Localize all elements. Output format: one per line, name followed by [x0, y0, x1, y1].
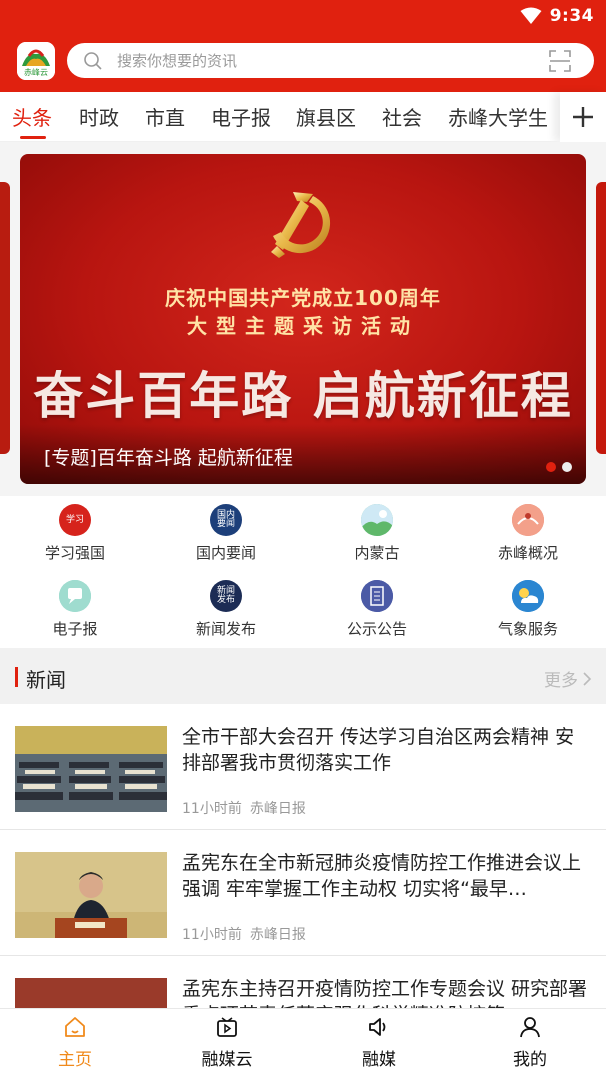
banner-line2: 大型主题采访活动 — [187, 314, 419, 338]
app-logo[interactable]: 赤峰云 — [17, 42, 55, 80]
news-time: 11小时前 — [182, 927, 242, 943]
more-link[interactable]: 更多 — [544, 666, 592, 691]
quick-link-announcement[interactable]: 公示公告 — [317, 580, 437, 639]
speaker-icon — [369, 1018, 386, 1036]
search-placeholder: 搜索你想要的资讯 — [117, 52, 238, 70]
scan-icon[interactable] — [548, 49, 572, 73]
news-title: 全市干部大会召开 传达学习自治区两会精神 安排部署我市贯彻落实工作 — [182, 726, 575, 774]
home-icon — [65, 1017, 85, 1037]
tab-city[interactable]: 市直 — [145, 102, 185, 131]
quick-link-inner-mongolia[interactable]: 内蒙古 — [317, 504, 437, 563]
news-meta: 11小时前 赤峰日报 — [182, 798, 306, 818]
quick-links-grid: 学习 学习强国 国内要闻 国内要闻 内蒙古 赤峰概况 电子报 新闻发布 新闻发布… — [0, 496, 606, 648]
user-icon — [520, 1017, 540, 1038]
tab-society[interactable]: 社会 — [382, 102, 422, 131]
domestic-news-icon: 国内要闻 — [210, 504, 242, 536]
banner-slide[interactable]: 庆祝中国共产党成立100周年 大型主题采访活动 奋斗百年路 启航新征程 [专题]… — [20, 154, 586, 484]
channel-tabs: 头条 时政 市直 电子报 旗县区 社会 赤峰大学生 — [0, 92, 606, 142]
nav-profile[interactable]: 我的 — [480, 1015, 580, 1070]
nav-media-cloud[interactable]: 融媒云 — [177, 1015, 277, 1070]
banner-headline: 奋斗百年路 启航新征程 — [33, 367, 573, 425]
press-release-icon: 新闻发布 — [210, 580, 242, 612]
nav-label: 主页 — [58, 1050, 92, 1070]
quick-link-chifeng-overview[interactable]: 赤峰概况 — [468, 504, 588, 563]
search-icon — [84, 51, 102, 70]
next-slide-peek[interactable] — [596, 182, 606, 454]
wifi-icon — [520, 7, 542, 24]
prev-slide-peek[interactable] — [0, 182, 10, 454]
chevron-right-icon — [583, 671, 592, 686]
carousel-dots — [546, 462, 572, 472]
active-tab-indicator — [20, 136, 46, 139]
plus-icon — [573, 107, 593, 127]
news-title: 孟宪东在全市新冠肺炎疫情防控工作推进会议上强调 牢牢掌握工作主动权 切实将“最早… — [182, 852, 582, 900]
status-time: 9:34 — [549, 6, 594, 26]
inner-mongolia-icon — [361, 504, 393, 536]
banner-caption: [专题]百年奋斗路 起航新征程 — [44, 447, 293, 469]
xuexi-icon: 学习 — [59, 504, 91, 536]
quick-link-domestic-news[interactable]: 国内要闻 国内要闻 — [166, 504, 286, 563]
weather-icon — [512, 580, 544, 612]
news-source: 赤峰日报 — [249, 801, 306, 817]
quick-link-press-release[interactable]: 新闻发布 新闻发布 — [166, 580, 286, 639]
news-item[interactable]: 孟宪东在全市新冠肺炎疫情防控工作推进会议上强调 牢牢掌握工作主动权 切实将“最早… — [0, 830, 606, 956]
news-section-header: 新闻 更多 — [0, 648, 606, 704]
quick-link-label: 气象服务 — [497, 620, 558, 638]
carousel-dot-active[interactable] — [546, 462, 556, 472]
tab-students[interactable]: 赤峰大学生 — [448, 102, 548, 131]
nav-home[interactable]: 主页 — [25, 1015, 125, 1070]
chifeng-overview-icon — [512, 504, 544, 536]
section-title: 新闻 — [26, 668, 66, 692]
quick-link-label: 赤峰概况 — [497, 544, 558, 562]
quick-link-label: 内蒙古 — [354, 544, 400, 562]
news-source: 赤峰日报 — [249, 927, 306, 943]
quick-link-xuexi[interactable]: 学习 学习强国 — [15, 504, 135, 563]
more-label: 更多 — [544, 671, 578, 691]
status-bar: 9:34 — [520, 4, 594, 28]
quick-link-label: 国内要闻 — [195, 544, 256, 562]
quick-link-weather[interactable]: 气象服务 — [468, 580, 588, 639]
news-thumbnail — [15, 852, 167, 938]
announcement-icon — [361, 580, 393, 612]
nav-media[interactable]: 融媒 — [329, 1015, 429, 1070]
tab-headlines[interactable]: 头条 — [12, 102, 52, 131]
news-thumbnail — [15, 726, 167, 812]
svg-text:赤峰云: 赤峰云 — [24, 67, 48, 77]
search-bar[interactable]: 搜索你想要的资讯 — [67, 43, 594, 78]
banner-carousel: 庆祝中国共产党成立100周年 大型主题采访活动 奋斗百年路 启航新征程 [专题]… — [0, 142, 606, 496]
tab-counties[interactable]: 旗县区 — [296, 102, 356, 131]
bottom-nav: 主页 融媒云 融媒 我的 — [0, 1008, 606, 1080]
quick-link-label: 电子报 — [52, 620, 98, 638]
nav-label: 融媒云 — [201, 1050, 253, 1070]
news-meta: 11小时前 赤峰日报 — [182, 924, 306, 944]
add-channel-button[interactable] — [560, 92, 606, 142]
tab-politics[interactable]: 时政 — [79, 102, 119, 131]
tab-epaper[interactable]: 电子报 — [211, 102, 271, 131]
news-item[interactable]: 全市干部大会召开 传达学习自治区两会精神 安排部署我市贯彻落实工作 11小时前赤… — [0, 704, 606, 830]
carousel-dot[interactable] — [562, 462, 572, 472]
news-time: 11小时前 — [182, 801, 242, 817]
app-header: 9:34 赤峰云 搜索你想要的资讯 — [0, 0, 606, 92]
e-paper-icon — [59, 580, 91, 612]
section-accent-bar — [15, 667, 18, 687]
quick-link-e-paper[interactable]: 电子报 — [15, 580, 135, 639]
quick-link-label: 学习强国 — [44, 544, 105, 562]
video-play-icon — [217, 1017, 237, 1037]
party-emblem-icon — [271, 192, 331, 258]
logo-icon: 赤峰云 — [17, 42, 55, 80]
nav-label: 融媒 — [362, 1050, 396, 1070]
banner-line1: 庆祝中国共产党成立100周年 — [165, 286, 441, 310]
nav-label: 我的 — [513, 1050, 547, 1070]
quick-link-label: 新闻发布 — [195, 620, 256, 638]
quick-link-label: 公示公告 — [346, 620, 407, 638]
